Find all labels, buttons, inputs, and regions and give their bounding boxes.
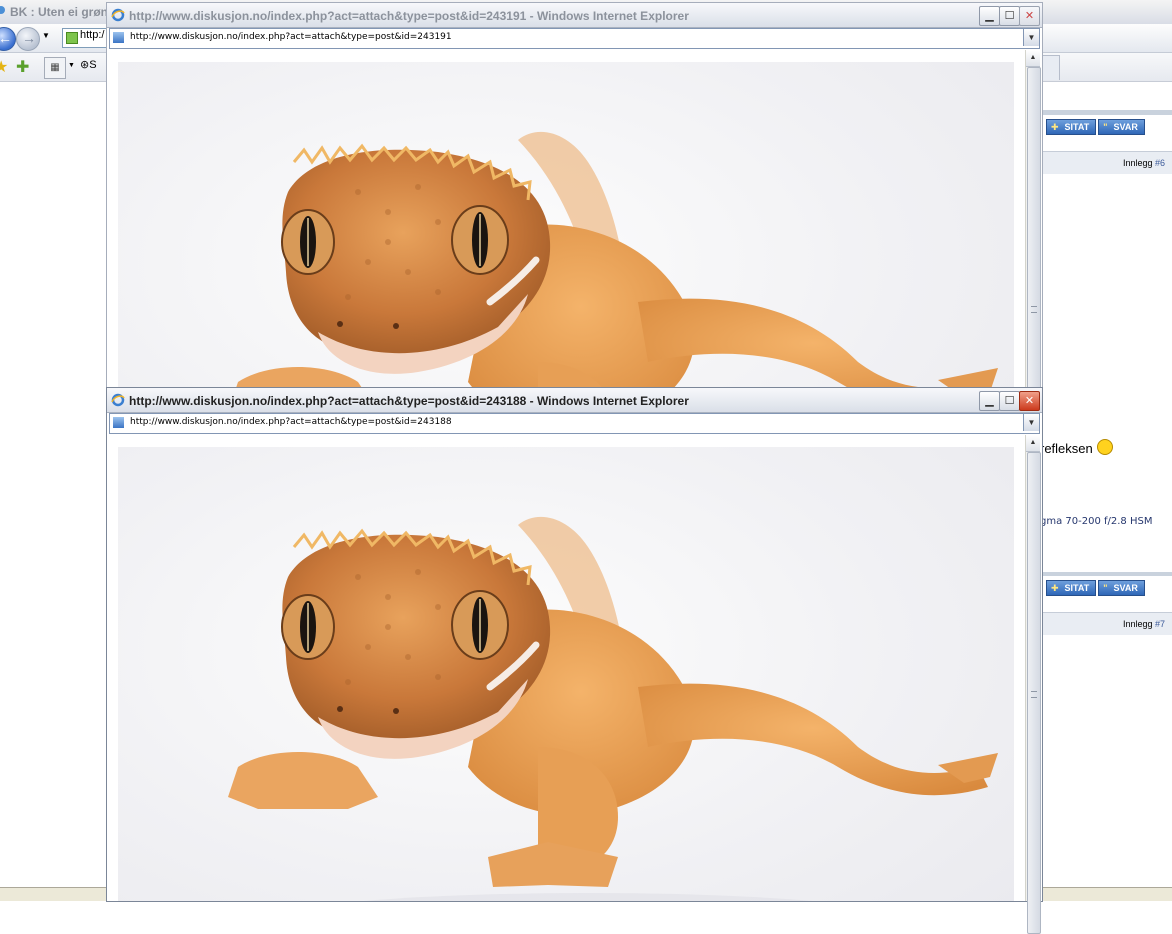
popup-url: http://www.diskusjon.no/index.php?act=at…	[130, 32, 452, 42]
maximize-button[interactable]: ☐	[999, 391, 1020, 411]
forward-button[interactable]: →	[16, 27, 40, 51]
post-number-link[interactable]: #7	[1155, 619, 1165, 629]
gecko-image	[118, 62, 1014, 387]
post-actions-6: ✚ SITAT " SVAR	[1046, 119, 1147, 135]
close-icon: ✕	[1024, 395, 1035, 407]
popup-titlebar: http://www.diskusjon.no/index.php?act=at…	[107, 3, 1042, 28]
popup-title: http://www.diskusjon.no/index.php?act=at…	[129, 9, 689, 23]
background-window-title: BK : Uten ei grøn	[10, 5, 108, 19]
post-text-snippet: refleksen	[1040, 439, 1113, 456]
minimize-icon: ▁	[985, 395, 994, 407]
scrollbar-thumb[interactable]	[1027, 452, 1041, 934]
tabs-dropdown-icon[interactable]: ▼	[68, 62, 75, 69]
gecko-image	[118, 447, 1014, 901]
vertical-scrollbar[interactable]: ▲	[1025, 50, 1041, 549]
history-dropdown-icon[interactable]: ▼	[42, 31, 50, 40]
scroll-up-icon[interactable]: ▲	[1026, 50, 1040, 67]
favorites-star-icon[interactable]: ★	[0, 57, 8, 77]
reply-button[interactable]: " SVAR	[1098, 119, 1145, 135]
image-viewport	[109, 435, 1024, 901]
maximize-icon: ☐	[1004, 395, 1015, 407]
page-icon	[66, 32, 78, 44]
post-header-6: Innlegg #6	[1040, 151, 1172, 174]
back-arrow-icon: ←	[0, 30, 12, 46]
ie-icon	[0, 6, 5, 14]
close-button[interactable]: ✕	[1019, 391, 1040, 411]
maximize-button[interactable]: ☐	[999, 6, 1020, 26]
address-bar[interactable]: http:/	[62, 28, 108, 48]
scroll-up-icon[interactable]: ▲	[1026, 435, 1040, 452]
image-viewport	[109, 50, 1024, 387]
vertical-scrollbar[interactable]: ▲	[1025, 435, 1041, 934]
gecko-photo	[118, 447, 1014, 901]
close-icon: ✕	[1024, 10, 1035, 22]
divider	[1040, 572, 1172, 576]
minimize-button[interactable]: ▁	[979, 6, 1000, 26]
popup-address-bar[interactable]: http://www.diskusjon.no/index.php?act=at…	[109, 413, 1040, 434]
dropdown-arrow-icon[interactable]: ▼	[1023, 414, 1039, 431]
dropdown-arrow-icon[interactable]: ▼	[1023, 29, 1039, 46]
tabs-grid-icon: ▦	[50, 62, 60, 73]
popup-url: http://www.diskusjon.no/index.php?act=at…	[130, 417, 452, 427]
minimize-icon: ▁	[985, 10, 994, 22]
tabs-grid-button[interactable]: ▦	[44, 57, 66, 79]
tab-strip-end	[1040, 55, 1060, 80]
forum-content-panel: ✚ SITAT " SVAR Innlegg #6 refleksen gma 70-…	[1040, 82, 1172, 887]
image-popup-window-top: http://www.diskusjon.no/index.php?act=at…	[106, 2, 1043, 549]
address-text: http:/	[80, 29, 105, 41]
post-number-link[interactable]: #6	[1155, 158, 1165, 168]
ie-icon	[111, 393, 125, 407]
post-header-7: Innlegg #7	[1040, 612, 1172, 635]
minimize-button[interactable]: ▁	[979, 391, 1000, 411]
add-favorites-icon[interactable]: ✚	[16, 57, 29, 77]
page-icon	[113, 417, 124, 428]
popup-address-bar[interactable]: http://www.diskusjon.no/index.php?act=at…	[109, 28, 1040, 49]
quote-button[interactable]: ✚ SITAT	[1046, 119, 1097, 135]
divider	[1040, 110, 1172, 115]
popup-title: http://www.diskusjon.no/index.php?act=at…	[129, 394, 689, 408]
page-icon	[113, 32, 124, 43]
popup-titlebar: http://www.diskusjon.no/index.php?act=at…	[107, 388, 1042, 413]
reply-button[interactable]: " SVAR	[1098, 580, 1145, 596]
ie-icon	[111, 8, 125, 22]
back-button[interactable]: ←	[0, 27, 16, 51]
smiley-icon	[1096, 439, 1113, 455]
post-actions-7: ✚ SITAT " SVAR	[1046, 580, 1147, 596]
post-label: Innlegg	[1122, 158, 1153, 168]
maximize-icon: ☐	[1004, 10, 1015, 22]
quote-button[interactable]: ✚ SITAT	[1046, 580, 1097, 596]
tab-label[interactable]: ⊛S	[80, 58, 97, 71]
signature-gear-text: gma 70-200 f/2.8 HSM	[1040, 516, 1153, 527]
gecko-photo	[118, 62, 1014, 387]
post-label: Innlegg	[1122, 619, 1153, 629]
image-popup-window-bottom: http://www.diskusjon.no/index.php?act=at…	[106, 387, 1043, 934]
forward-arrow-icon: →	[22, 30, 36, 46]
close-button[interactable]: ✕	[1019, 6, 1040, 26]
